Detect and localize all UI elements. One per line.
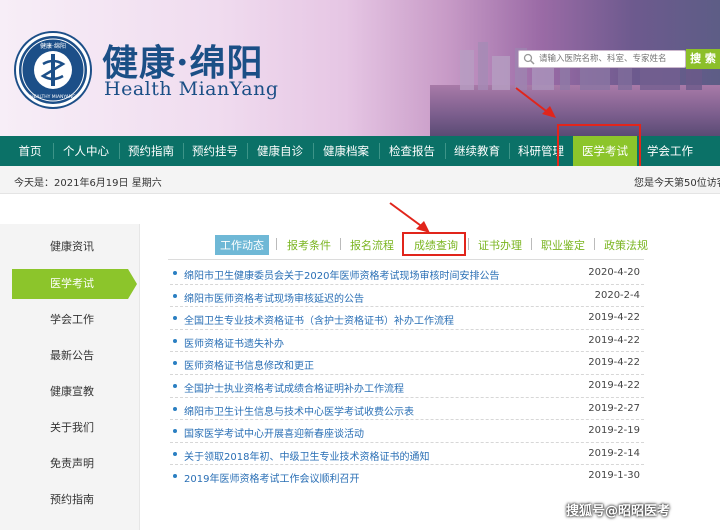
annotation-box-nav <box>557 124 641 170</box>
tab-policies[interactable]: 政策法规 <box>604 237 648 253</box>
list-item[interactable]: 绵阳市卫生计生信息与技术中心医学考试收费公示表 2019-2-27 <box>170 398 644 421</box>
visitor-count: 您是今天第50位访客 <box>634 178 720 189</box>
nav-item-continuing-education[interactable]: 继续教育 <box>446 136 508 166</box>
date-bar: 今天是：2021年6月19日 星期六 您是今天第50位访客 <box>0 166 720 194</box>
sidebar-item-society-work[interactable]: 学会工作 <box>0 305 140 335</box>
sidebar-item-about-us[interactable]: 关于我们 <box>0 413 140 443</box>
list-item[interactable]: 国家医学考试中心开展喜迎新春座谈活动 2019-2-19 <box>170 420 644 443</box>
sidebar: 健康资讯 医学考试 学会工作 最新公告 健康宣教 关于我们 免责声明 预约指南 <box>0 224 140 530</box>
svg-text:健康·绵阳: 健康·绵阳 <box>40 42 66 50</box>
list-item[interactable]: 绵阳市卫生健康委员会关于2020年医师资格考试现场审核时间安排公告 2020-4-… <box>170 262 644 285</box>
list-item[interactable]: 2019年医师资格考试工作会议顺利召开 2019-1-30 <box>170 465 644 488</box>
tab-certificate[interactable]: 证书办理 <box>478 237 522 253</box>
sidebar-item-booking-guide[interactable]: 预约指南 <box>0 485 140 515</box>
sidebar-item-disclaimer[interactable]: 免责声明 <box>0 449 140 479</box>
list-item[interactable]: 全国卫生专业技术资格证书（含护士资格证书）补办工作流程 2019-4-22 <box>170 307 644 330</box>
nav-item-booking-guide[interactable]: 预约指南 <box>120 136 182 166</box>
today-date: 今天是：2021年6月19日 星期六 <box>14 178 162 189</box>
sidebar-item-latest-notice[interactable]: 最新公告 <box>0 341 140 371</box>
nav-item-register[interactable]: 预约挂号 <box>184 136 246 166</box>
list-item[interactable]: 医师资格证书信息修改和更正 2019-4-22 <box>170 352 644 375</box>
nav-item-exam-reports[interactable]: 检查报告 <box>380 136 444 166</box>
annotation-arrow-nav <box>515 87 556 118</box>
svg-text:HEALTHY MIANYANG: HEALTHY MIANYANG <box>30 94 76 100</box>
header-banner: 健康·绵阳 HEALTHY MIANYANG 健康·绵阳 Health Mian… <box>0 0 720 136</box>
nav-item-society-work[interactable]: 学会工作 <box>640 136 700 166</box>
site-logo[interactable]: 健康·绵阳 HEALTHY MIANYANG <box>16 33 90 107</box>
search-button[interactable]: 搜 索 <box>686 49 720 69</box>
list-item[interactable]: 关于领取2018年初、中级卫生专业技术资格证书的通知 2019-2-14 <box>170 443 644 466</box>
sidebar-item-health-news[interactable]: 健康资讯 <box>0 232 140 262</box>
tab-registration-process[interactable]: 报名流程 <box>350 237 394 253</box>
sidebar-item-health-education[interactable]: 健康宣教 <box>0 377 140 407</box>
tab-work-news[interactable]: 工作动态 <box>215 235 269 255</box>
search-box <box>518 50 686 68</box>
tab-vocational-appraisal[interactable]: 职业鉴定 <box>541 237 585 253</box>
nav-item-personal-center[interactable]: 个人中心 <box>54 136 118 166</box>
nav-item-health-records[interactable]: 健康档案 <box>314 136 378 166</box>
site-title-en: Health MianYang <box>104 78 279 100</box>
annotation-box-tab <box>402 232 466 256</box>
annotation-arrow-tab <box>389 202 430 233</box>
nav-item-self-diagnosis[interactable]: 健康自诊 <box>248 136 312 166</box>
watermark: 搜狐号@昭昭医考 <box>566 504 671 519</box>
list-item[interactable]: 绵阳市医师资格考试现场审核延迟的公告 2020-2-4 <box>170 285 644 308</box>
tab-underline <box>168 259 644 260</box>
search-input[interactable] <box>539 52 683 66</box>
search-icon <box>523 53 535 65</box>
nav-item-home[interactable]: 首页 <box>8 136 52 166</box>
tab-exam-requirements[interactable]: 报考条件 <box>287 237 331 253</box>
list-item[interactable]: 全国护士执业资格考试成绩合格证明补办工作流程 2019-4-22 <box>170 375 644 398</box>
list-item[interactable]: 医师资格证书遗失补办 2019-4-22 <box>170 330 644 353</box>
sidebar-item-medical-exam[interactable]: 医学考试 <box>12 269 137 299</box>
